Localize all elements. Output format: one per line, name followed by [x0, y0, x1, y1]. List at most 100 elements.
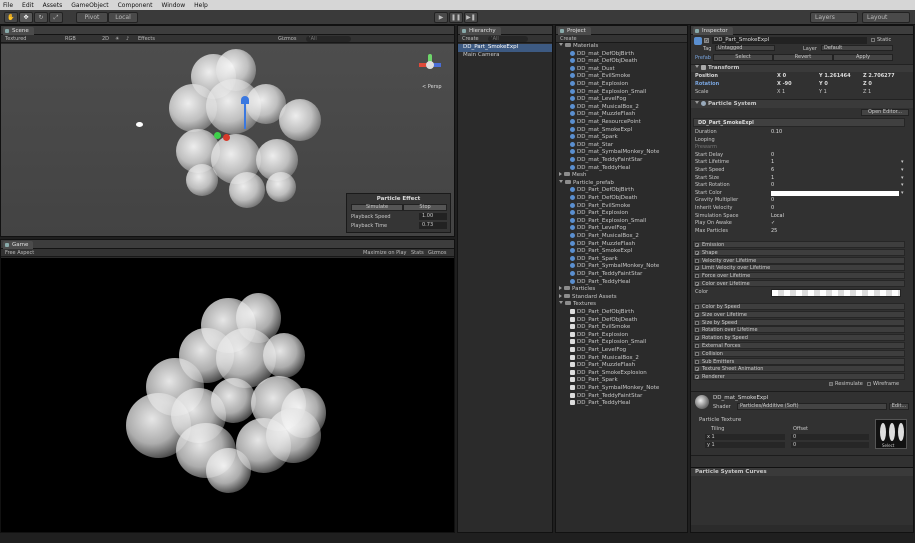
step-button[interactable]: ▶❚: [464, 12, 478, 23]
project-material-item[interactable]: DD_mat_SmokeExpl: [556, 126, 687, 135]
project-texture-item[interactable]: DD_Part_LevelFog: [556, 347, 687, 355]
ps-property-value[interactable]: 1: [771, 159, 774, 166]
perspective-label[interactable]: < Persp: [422, 84, 442, 90]
2d-toggle[interactable]: 2D: [102, 36, 109, 42]
scale-x-field[interactable]: X 1: [777, 89, 785, 96]
layout-dropdown[interactable]: Layout: [862, 12, 910, 23]
game-gizmos-dropdown[interactable]: Gizmos: [428, 250, 446, 256]
curve-mode-dropdown-icon[interactable]: ▾: [901, 182, 904, 189]
project-texture-item[interactable]: DD_Part_MusicalBox_2: [556, 354, 687, 363]
orientation-gizmo[interactable]: [419, 54, 441, 76]
curve-mode-dropdown-icon[interactable]: ▾: [901, 159, 904, 166]
project-prefab-item[interactable]: DD_Part_LevelFog: [556, 225, 687, 233]
ps-module-header[interactable]: ✓ Rotation by Speed: [693, 334, 905, 342]
project-prefab-item[interactable]: DD_Part_Explosion_Small: [556, 217, 687, 226]
project-folder-particles[interactable]: Particles: [556, 286, 687, 294]
menu-gameobject[interactable]: GameObject: [71, 2, 108, 9]
aspect-dropdown[interactable]: Free Aspect: [5, 250, 34, 256]
tab-game[interactable]: Game: [3, 241, 34, 249]
project-material-item[interactable]: DD_mat_ResourcePoint: [556, 119, 687, 127]
menu-help[interactable]: Help: [194, 2, 208, 9]
layers-dropdown[interactable]: Layers: [810, 12, 858, 23]
ps-module-header[interactable]: Force over Lifetime: [693, 272, 905, 280]
ps-main-module-header[interactable]: DD_Part_SmokeExpl: [693, 118, 905, 127]
tab-scene[interactable]: Scene: [3, 27, 34, 35]
ps-property-value[interactable]: [771, 190, 899, 196]
module-enable-checkbox[interactable]: [695, 274, 699, 279]
gizmos-dropdown[interactable]: Gizmos: [278, 36, 296, 42]
texture-select-button[interactable]: Select: [882, 443, 894, 448]
project-prefab-item[interactable]: DD_Part_TeddyHeal: [556, 278, 687, 287]
project-material-item[interactable]: DD_mat_MuzzleFlash: [556, 111, 687, 119]
lighting-icon[interactable]: ☀: [115, 36, 119, 42]
ps-module-header[interactable]: ✓ Emission: [693, 241, 905, 248]
particle-system-curves-header[interactable]: Particle System Curves: [691, 467, 913, 476]
active-checkbox[interactable]: ✓: [704, 38, 709, 43]
project-texture-item[interactable]: DD_Part_EvilSmoke: [556, 324, 687, 332]
project-folder-standard-assets[interactable]: Standard Assets: [556, 293, 687, 302]
project-material-item[interactable]: DD_mat_Explosion_Small: [556, 88, 687, 97]
layer-dropdown[interactable]: Default: [821, 45, 893, 51]
project-prefab-item[interactable]: DD_Part_MuzzleFlash: [556, 240, 687, 249]
module-enable-checkbox[interactable]: [695, 344, 699, 348]
ps-property-value[interactable]: 1: [771, 175, 774, 182]
local-toggle[interactable]: Local: [108, 12, 138, 23]
stop-button[interactable]: Stop: [403, 204, 447, 211]
project-prefab-item[interactable]: DD_Part_DefObjBirth: [556, 187, 687, 195]
playback-time-field[interactable]: 0.73: [419, 222, 447, 229]
wireframe-toggle[interactable]: Wireframe: [867, 381, 899, 387]
ps-module-header[interactable]: Rotation over Lifetime: [693, 326, 905, 334]
project-texture-item[interactable]: DD_Part_Explosion_Small: [556, 339, 687, 347]
rotate-tool-button[interactable]: ↻: [34, 12, 48, 23]
tiling-y-field[interactable]: y 1: [705, 442, 785, 448]
gizmo-z-handle[interactable]: [214, 132, 221, 139]
module-enable-checkbox[interactable]: ✓: [695, 250, 699, 255]
texture-thumbnail[interactable]: Select: [875, 419, 907, 449]
menu-window[interactable]: Window: [161, 2, 185, 9]
ps-property-value[interactable]: 25: [771, 228, 777, 235]
offset-y-field[interactable]: 0: [791, 442, 869, 448]
scale-y-field[interactable]: Y 1: [819, 89, 827, 96]
ps-module-header[interactable]: ✓ Shape: [693, 248, 905, 256]
project-material-item[interactable]: DD_mat_MusicalBox_2: [556, 103, 687, 112]
project-material-item[interactable]: DD_mat_DefObjDeath: [556, 58, 687, 66]
prefab-select-button[interactable]: Select: [713, 54, 773, 61]
play-button[interactable]: ▶: [434, 12, 448, 23]
module-enable-checkbox[interactable]: ✓: [695, 367, 699, 372]
stats-toggle[interactable]: Stats: [411, 250, 424, 256]
ps-module-header[interactable]: Color by Speed: [693, 303, 905, 310]
project-material-item[interactable]: DD_mat_TeddyFaintStar: [556, 157, 687, 165]
shading-mode-dropdown[interactable]: Textured: [5, 36, 26, 42]
light-icon[interactable]: [136, 122, 143, 127]
ps-module-header[interactable]: ✓ Limit Velocity over Lifetime: [693, 264, 905, 272]
offset-x-field[interactable]: 0: [791, 434, 869, 440]
ps-property-value[interactable]: 0: [771, 182, 774, 189]
project-prefab-item[interactable]: DD_Part_Explosion: [556, 210, 687, 218]
hand-tool-button[interactable]: ✋: [4, 12, 18, 23]
hierarchy-item-main-camera[interactable]: Main Camera: [458, 52, 552, 60]
project-material-item[interactable]: DD_mat_SymbalMonkey_Note: [556, 149, 687, 157]
menu-component[interactable]: Component: [118, 2, 153, 9]
module-enable-checkbox[interactable]: ✓: [695, 282, 699, 287]
open-editor-button[interactable]: Open Editor...: [861, 109, 909, 116]
project-material-item[interactable]: DD_mat_Dust: [556, 65, 687, 74]
audio-icon[interactable]: ♪: [126, 36, 129, 42]
ps-module-header[interactable]: ✓ Renderer: [693, 373, 905, 381]
module-enable-checkbox[interactable]: [695, 305, 699, 309]
curve-mode-dropdown-icon[interactable]: ▾: [901, 190, 904, 197]
simulate-button[interactable]: Simulate: [351, 204, 403, 211]
expand-arrow-icon[interactable]: [559, 179, 563, 183]
render-mode-dropdown[interactable]: RGB: [65, 36, 76, 42]
menu-edit[interactable]: Edit: [22, 2, 34, 9]
playback-speed-field[interactable]: 1.00: [419, 213, 447, 220]
tag-dropdown[interactable]: Untagged: [715, 45, 775, 51]
ps-module-header[interactable]: ✓ Texture Sheet Animation: [693, 365, 905, 373]
gizmo-x-handle[interactable]: [223, 134, 230, 141]
position-y-field[interactable]: Y 1.261464: [819, 73, 851, 80]
hierarchy-item-smokeexpl[interactable]: DD_Part_SmokeExpl: [458, 44, 552, 52]
ps-module-header[interactable]: ✓ Color over Lifetime: [693, 280, 905, 287]
gameobject-name-field[interactable]: DD_Part_SmokeExpl: [712, 37, 867, 44]
menu-assets[interactable]: Assets: [43, 2, 63, 9]
project-prefab-item[interactable]: DD_Part_SmokeExpl: [556, 248, 687, 256]
hierarchy-create-dropdown[interactable]: Create: [462, 36, 479, 42]
